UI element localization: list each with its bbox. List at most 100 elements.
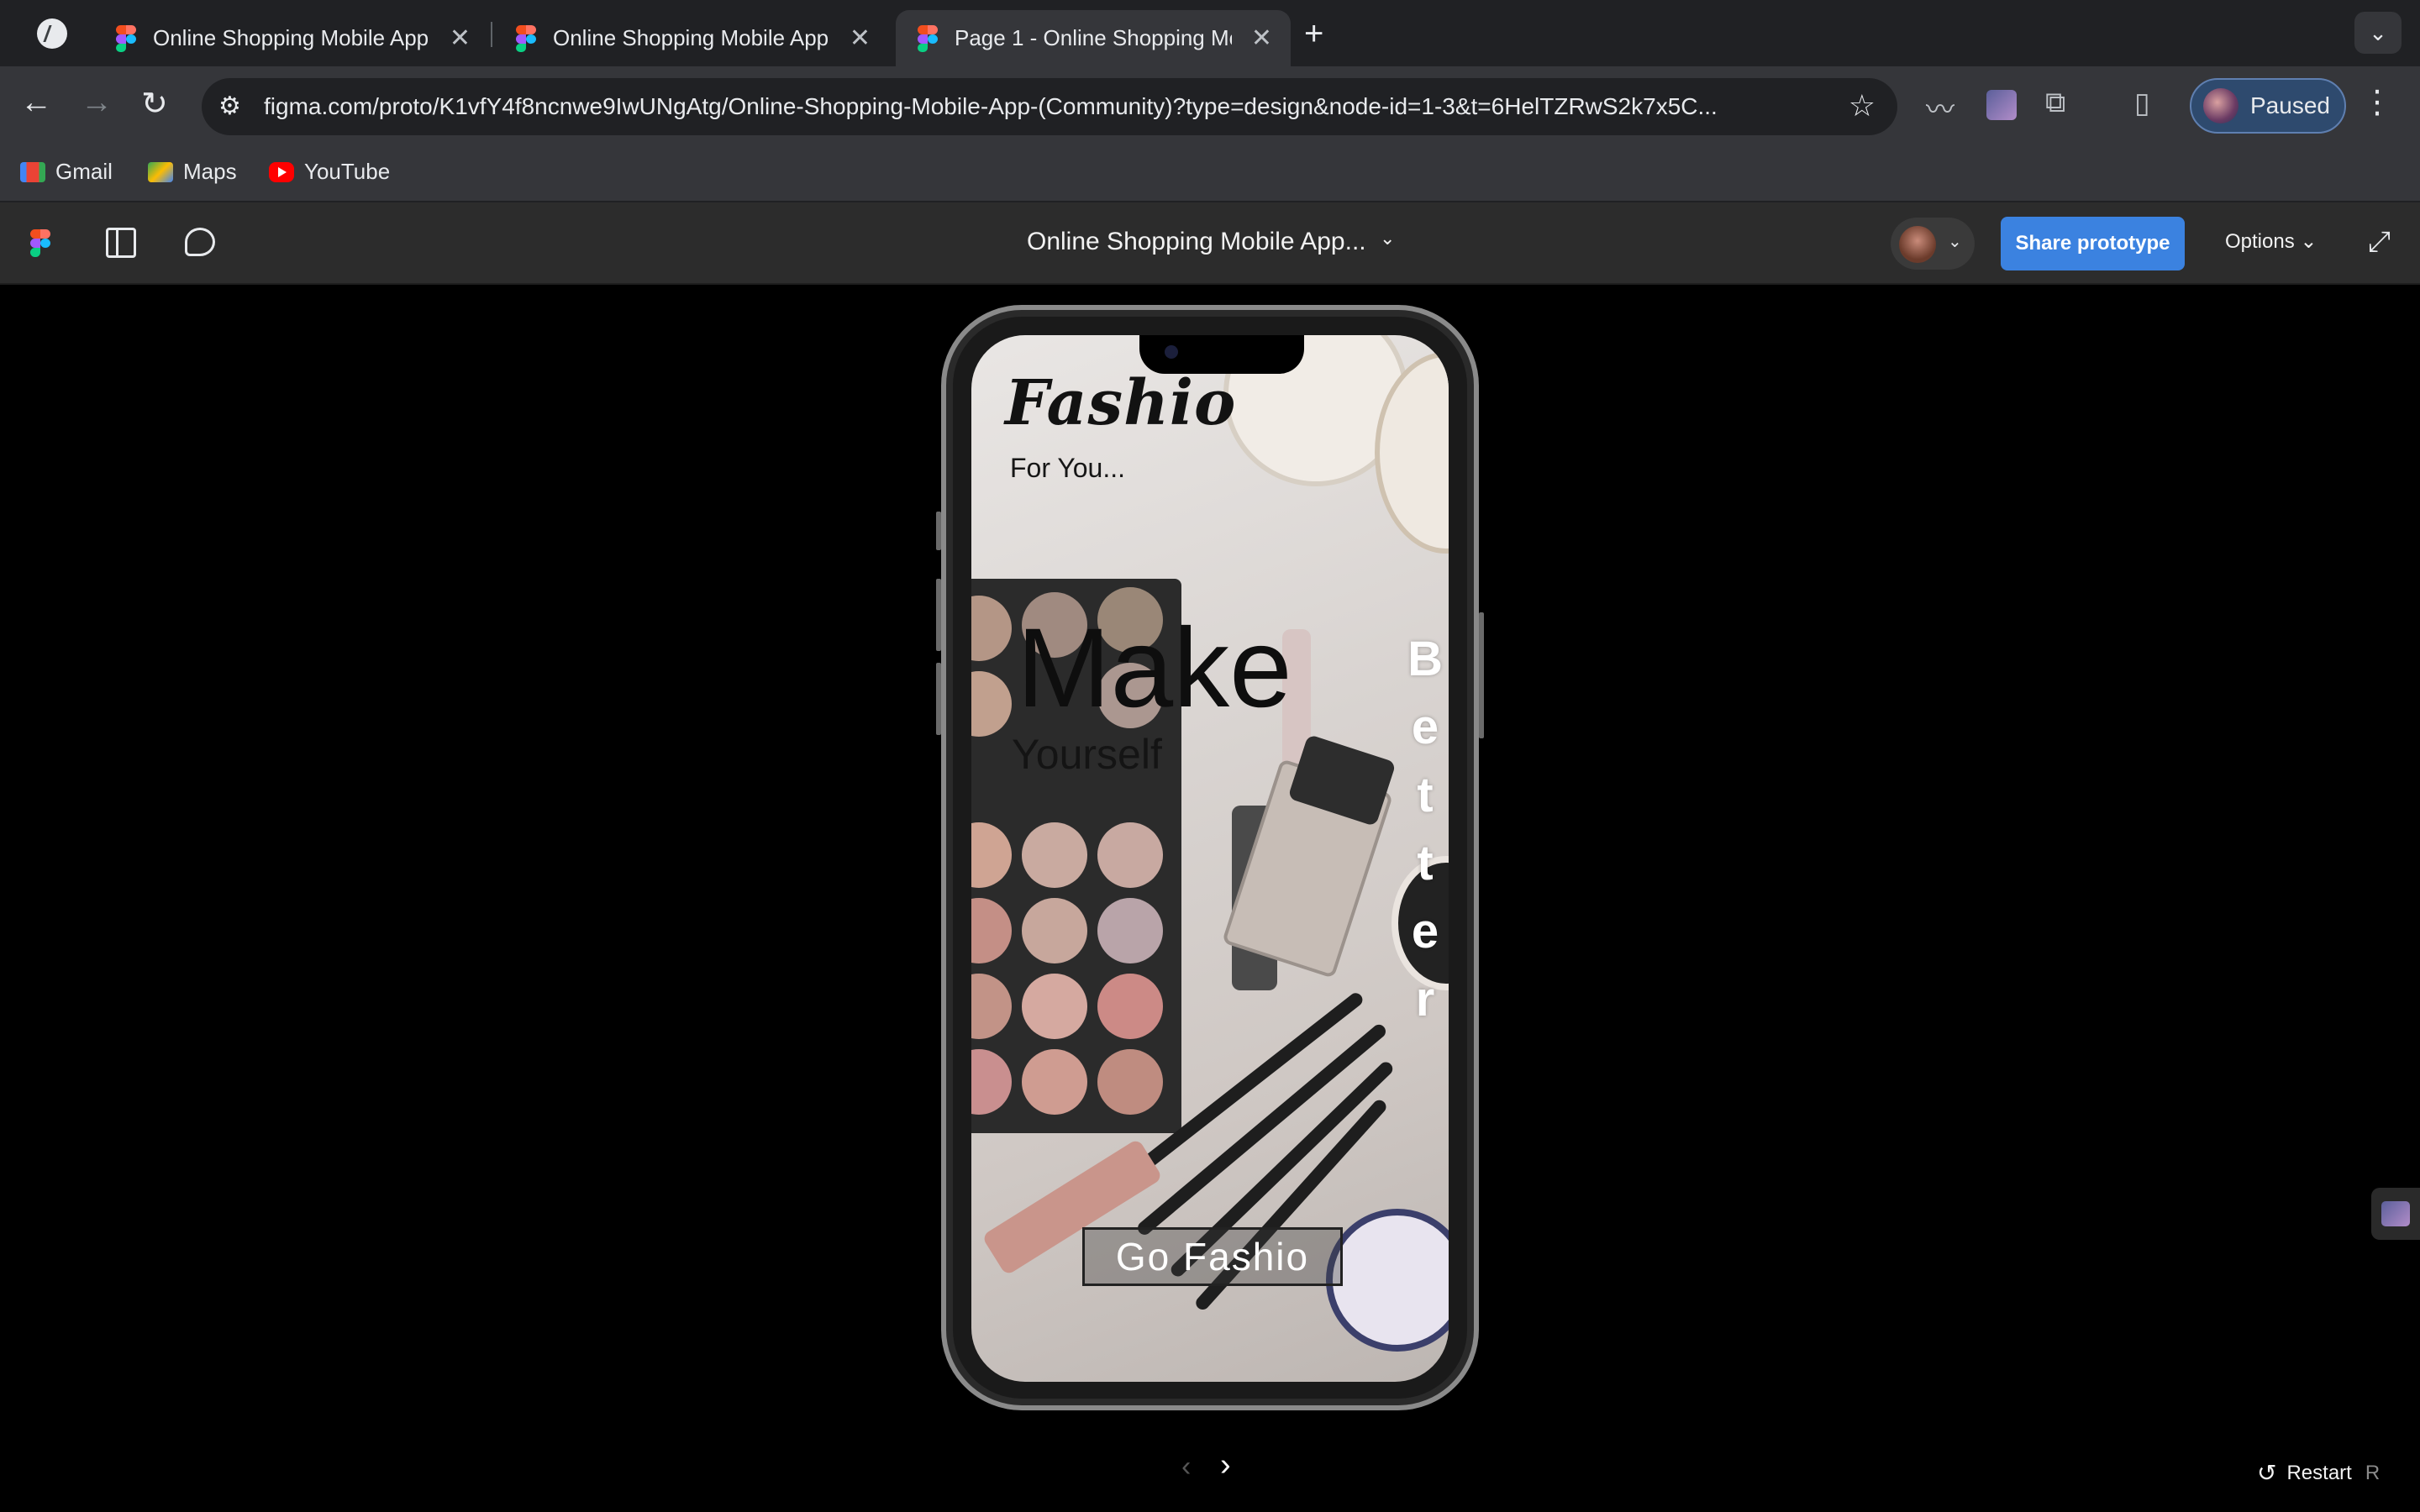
file-title[interactable]: Online Shopping Mobile App...	[1027, 228, 1366, 256]
site-info-icon[interactable]: ⚙	[218, 92, 241, 121]
url-text[interactable]: figma.com/proto/K1vfY4f8ncnwe9IwUNgAtg/O…	[264, 93, 1718, 120]
bookmark-label: Maps	[183, 159, 237, 184]
phone-frame: Fashio For You... Make Yourself B e t t …	[936, 305, 1484, 1410]
extension-icon	[2381, 1201, 2410, 1226]
tab-3-active[interactable]: Page 1 - Online Shopping Mo ✕	[896, 10, 1291, 66]
phone-volume-down	[936, 663, 941, 735]
brand-logo: Fashio	[1005, 367, 1237, 439]
vertical-letter: B	[1407, 632, 1443, 686]
options-menu[interactable]: Options ⌄	[2225, 229, 2317, 254]
extensions-puzzle-icon[interactable]: ⧉	[2045, 87, 2065, 119]
restart-icon: ↺	[2257, 1460, 2277, 1486]
performance-icon[interactable]: 〰	[1926, 87, 1954, 128]
bookmark-youtube[interactable]: YouTube	[269, 159, 390, 185]
extension-icon[interactable]	[1986, 90, 2017, 120]
tab-title: Page 1 - Online Shopping Mo	[955, 25, 1232, 50]
vertical-word-better: B e t t e r	[1407, 625, 1443, 1033]
forward-arrow-icon[interactable]: →	[81, 85, 113, 121]
tab-separator	[491, 22, 492, 47]
figma-logo-icon[interactable]	[30, 229, 50, 258]
chevron-down-icon: ⌄	[1948, 233, 1962, 251]
chevron-down-icon[interactable]: ⌄	[1380, 228, 1395, 249]
tab-strip: Online Shopping Mobile App ( ✕ Online Sh…	[0, 0, 2420, 66]
vertical-letter: e	[1411, 700, 1439, 754]
gmail-icon	[20, 161, 45, 182]
tab-title: Online Shopping Mobile App (	[153, 25, 430, 50]
camera-icon	[1165, 345, 1178, 359]
tab-title: Online Shopping Mobile App (	[553, 25, 830, 50]
tab-1[interactable]: Online Shopping Mobile App ( ✕	[94, 10, 489, 66]
fullscreen-expand-icon[interactable]: ⤢	[2368, 226, 2391, 259]
figma-favicon-icon	[116, 24, 136, 52]
shadow-pan	[971, 596, 1012, 661]
reload-icon[interactable]: ↻	[141, 85, 168, 123]
avatar	[1899, 226, 1936, 263]
phone-mute-switch	[936, 512, 941, 550]
shadow-pan	[971, 1049, 1012, 1115]
back-arrow-icon[interactable]: ←	[20, 85, 52, 121]
browser-toolbar: ← → ↻ ⚙ figma.com/proto/K1vfY4f8ncnwe9Iw…	[0, 66, 2420, 147]
menu-kebab-icon[interactable]: ⋮	[2361, 83, 2393, 121]
avatar	[2203, 88, 2238, 123]
maps-icon	[148, 161, 173, 182]
vertical-letter: r	[1415, 972, 1435, 1026]
previous-frame-chevron-icon[interactable]: ‹	[1181, 1451, 1191, 1483]
shadow-pan	[1022, 974, 1087, 1039]
youtube-icon	[269, 161, 294, 182]
shadow-pan	[1022, 822, 1087, 888]
shadow-pan	[1097, 974, 1163, 1039]
comment-icon[interactable]	[185, 228, 215, 256]
shadow-pan	[1097, 822, 1163, 888]
go-fashio-button[interactable]: Go Fashio	[1082, 1227, 1343, 1286]
prototype-canvas: Fashio For You... Make Yourself B e t t …	[0, 285, 2420, 1512]
brand-tagline: For You...	[1010, 453, 1125, 483]
bookmark-gmail[interactable]: Gmail	[20, 159, 113, 185]
shadow-pan	[1097, 1049, 1163, 1115]
close-icon[interactable]: ✕	[850, 24, 871, 53]
headline: Make	[1017, 606, 1292, 731]
phone-notch	[1139, 335, 1304, 374]
phone-volume-up	[936, 579, 941, 651]
shadow-pan	[1022, 1049, 1087, 1115]
figma-favicon-icon	[918, 24, 938, 52]
shadow-pan	[971, 822, 1012, 888]
workspace-icon[interactable]	[37, 18, 67, 49]
side-panel-icon[interactable]: ▯	[2134, 87, 2150, 120]
subheadline: Yourself	[1012, 731, 1162, 778]
share-prototype-button[interactable]: Share prototype	[2001, 217, 2185, 270]
tab-search-chevron-icon[interactable]: ⌄	[2354, 12, 2402, 54]
restart-shortcut: R	[2365, 1461, 2381, 1484]
app-screen[interactable]: Fashio For You... Make Yourself B e t t …	[971, 335, 1449, 1382]
figma-prototype-header: Online Shopping Mobile App... ⌄ ⌄ Share …	[0, 202, 2420, 285]
sidebar-toggle-icon[interactable]	[106, 228, 136, 258]
shadow-pan	[971, 671, 1012, 737]
profile-status: Paused	[2250, 92, 2330, 118]
shadow-pan	[971, 898, 1012, 963]
bookmark-maps[interactable]: Maps	[148, 159, 237, 185]
vertical-letter: t	[1417, 768, 1434, 822]
bookmark-label: Gmail	[55, 159, 113, 184]
restart-label: Restart	[2286, 1461, 2352, 1484]
bookmark-label: YouTube	[304, 159, 391, 184]
bookmark-star-icon[interactable]: ☆	[1849, 88, 1876, 123]
next-frame-chevron-icon[interactable]: ›	[1220, 1447, 1231, 1483]
new-tab-icon[interactable]: +	[1304, 15, 1323, 53]
shadow-pan	[971, 974, 1012, 1039]
close-icon[interactable]: ✕	[1251, 24, 1272, 53]
profile-button[interactable]: Paused	[2190, 78, 2346, 134]
bookmarks-bar: Gmail Maps YouTube	[0, 147, 2420, 202]
vertical-letter: t	[1417, 836, 1434, 890]
tab-2[interactable]: Online Shopping Mobile App ( ✕	[494, 10, 889, 66]
close-icon[interactable]: ✕	[450, 24, 471, 53]
extension-side-widget[interactable]	[2371, 1188, 2420, 1240]
options-label: Options	[2225, 230, 2295, 253]
user-menu[interactable]: ⌄	[1891, 218, 1975, 270]
restart-button[interactable]: ↺ Restart R	[2257, 1459, 2380, 1487]
figma-favicon-icon	[516, 24, 536, 52]
phone-power-button	[1479, 612, 1484, 738]
shadow-pan	[1022, 898, 1087, 963]
vertical-letter: e	[1411, 904, 1439, 958]
rosebud-salve-tin-image	[1326, 1209, 1449, 1352]
shadow-pan	[1097, 898, 1163, 963]
address-bar[interactable]: ⚙ figma.com/proto/K1vfY4f8ncnwe9IwUNgAtg…	[202, 78, 1897, 135]
